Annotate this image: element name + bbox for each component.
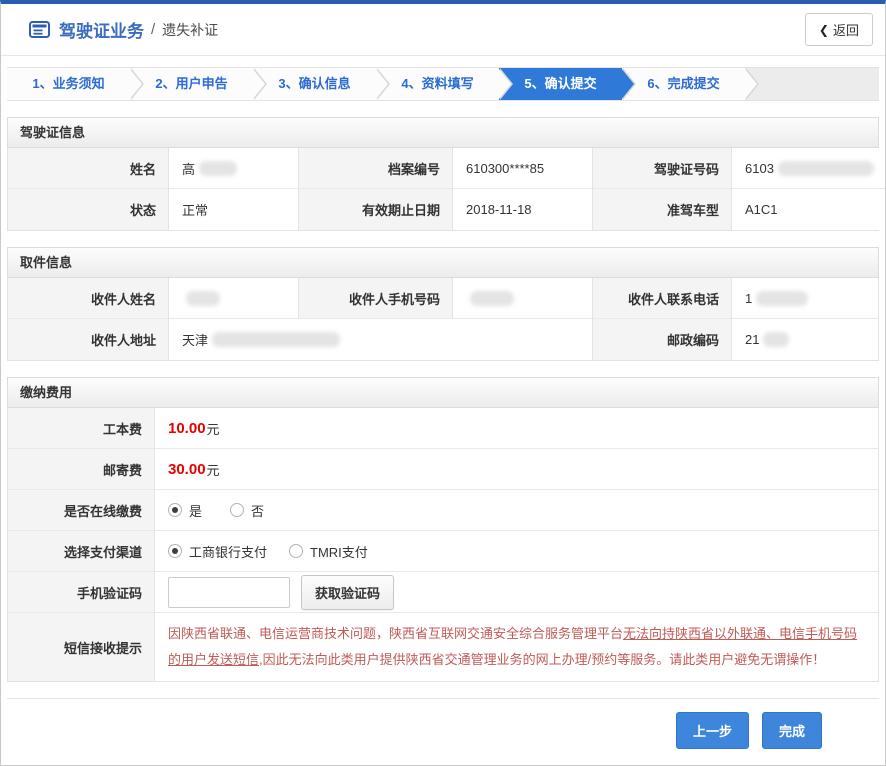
masked-value: [756, 291, 808, 306]
production-fee-value: 10.00元: [155, 408, 878, 449]
back-button-label: 返回: [833, 20, 859, 39]
name-label: 姓名: [8, 148, 169, 189]
license-menu-icon: [29, 21, 50, 38]
vehicle-class-label: 准驾车型: [593, 189, 732, 230]
recipient-name-label: 收件人姓名: [8, 278, 169, 319]
pickup-info-table: 收件人姓名 收件人手机号码 收件人联系电话 1 收件人地址 天津 邮政编码 21: [7, 278, 879, 361]
pickup-section-title: 取件信息: [7, 247, 879, 278]
recipient-address-value: 天津: [169, 319, 593, 360]
license-number-label: 驾驶证号码: [593, 148, 732, 189]
license-info-table: 姓名 高 档案编号 610300****85 驾驶证号码 6103 状态 正常 …: [7, 148, 879, 231]
step-label: 3、确认信息: [278, 76, 350, 91]
step-label: 6、完成提交: [647, 76, 719, 91]
get-code-button[interactable]: 获取验证码: [301, 575, 394, 610]
sms-code-row: 获取验证码: [155, 572, 878, 613]
fee-unit: 元: [207, 460, 220, 479]
masked-value: [186, 291, 220, 306]
payment-channel-options: 工商银行支付 TMRI支付: [155, 531, 878, 572]
online-payment-options: 是 否: [155, 490, 878, 531]
mailing-fee-value: 30.00元: [155, 449, 878, 490]
chevron-left-icon: ❮: [819, 23, 829, 37]
recipient-address-label: 收件人地址: [8, 319, 169, 360]
back-button[interactable]: ❮ 返回: [805, 13, 873, 46]
vehicle-class-value: A1C1: [732, 189, 886, 230]
postal-code-label: 邮政编码: [593, 319, 732, 360]
radio-checked-icon[interactable]: [168, 503, 182, 517]
page-header: 驾驶证业务 / 遗失补证 ❮ 返回: [1, 4, 885, 56]
postal-code-value: 21: [732, 319, 878, 360]
step-bar-filler: [745, 68, 879, 100]
recipient-mobile-value: [453, 278, 593, 319]
status-value: 正常: [169, 189, 299, 230]
mailing-fee-label: 邮寄费: [8, 449, 155, 490]
step-label: 4、资料填写: [401, 76, 473, 91]
radio-checked-icon[interactable]: [168, 544, 182, 558]
radio-label: TMRI支付: [310, 542, 368, 561]
radio-label: 工商银行支付: [189, 542, 267, 561]
payment-channel-label: 选择支付渠道: [8, 531, 155, 572]
step-3-confirm-info[interactable]: 3、确认信息: [253, 68, 376, 100]
file-number-label: 档案编号: [299, 148, 453, 189]
finish-button[interactable]: 完成: [762, 712, 822, 749]
fees-table: 工本费 10.00元 邮寄费 30.00元 是否在线缴费 是 否: [7, 408, 879, 682]
masked-value: [778, 161, 874, 176]
masked-value: [199, 161, 237, 176]
pickup-info-section: 取件信息 收件人姓名 收件人手机号码 收件人联系电话 1 收件人地址 天津 邮政…: [7, 247, 879, 361]
license-info-section: 驾驶证信息 姓名 高 档案编号 610300****85 驾驶证号码 6103 …: [7, 117, 879, 231]
recipient-phone-label: 收件人联系电话: [593, 278, 732, 319]
step-5-confirm-submit[interactable]: 5、确认提交: [499, 68, 622, 100]
masked-value: [470, 291, 514, 306]
masked-value: [212, 332, 340, 347]
fees-section: 缴纳费用 工本费 10.00元 邮寄费 30.00元 是否在线缴费 是: [7, 377, 879, 682]
sms-code-input[interactable]: [168, 577, 290, 608]
footer-actions: 上一步 完成: [7, 698, 879, 749]
sms-notice-label: 短信接收提示: [8, 613, 155, 681]
name-value: 高: [169, 148, 299, 189]
masked-value: [763, 332, 789, 347]
file-number-value: 610300****85: [453, 148, 593, 189]
step-6-finish-submit[interactable]: 6、完成提交: [622, 68, 745, 100]
fees-section-title: 缴纳费用: [7, 377, 879, 408]
step-label: 5、确认提交: [524, 76, 596, 91]
radio-online-no[interactable]: 否: [230, 501, 264, 520]
page: 驾驶证业务 / 遗失补证 ❮ 返回 1、业务须知 2、用户申告 3、确认信息 4…: [0, 0, 886, 766]
breadcrumb-separator: /: [151, 21, 155, 38]
sms-code-label: 手机验证码: [8, 572, 155, 613]
step-2-user-declaration[interactable]: 2、用户申告: [130, 68, 253, 100]
license-section-title: 驾驶证信息: [7, 117, 879, 148]
step-label: 1、业务须知: [32, 76, 104, 91]
production-fee-label: 工本费: [8, 408, 155, 449]
step-4-fill-data[interactable]: 4、资料填写: [376, 68, 499, 100]
radio-unchecked-icon[interactable]: [230, 503, 244, 517]
step-progress-bar: 1、业务须知 2、用户申告 3、确认信息 4、资料填写 5、确认提交 6、完成提…: [7, 67, 879, 101]
fee-amount: 30.00: [168, 461, 206, 478]
radio-channel-tmri[interactable]: TMRI支付: [289, 542, 368, 561]
expiry-label: 有效期止日期: [299, 189, 453, 230]
status-label: 状态: [8, 189, 169, 230]
online-payment-label: 是否在线缴费: [8, 490, 155, 531]
page-title: 驾驶证业务: [59, 17, 144, 42]
radio-label: 是: [189, 501, 202, 520]
recipient-phone-value: 1: [732, 278, 878, 319]
radio-online-yes[interactable]: 是: [168, 501, 202, 520]
radio-unchecked-icon[interactable]: [289, 544, 303, 558]
radio-channel-icbc[interactable]: 工商银行支付: [168, 542, 267, 561]
previous-step-button[interactable]: 上一步: [676, 712, 749, 749]
breadcrumb-current: 遗失补证: [162, 20, 218, 40]
step-1-business-notice[interactable]: 1、业务须知: [7, 68, 130, 100]
license-number-value: 6103: [732, 148, 886, 189]
expiry-value: 2018-11-18: [453, 189, 593, 230]
recipient-mobile-label: 收件人手机号码: [299, 278, 453, 319]
fee-unit: 元: [207, 419, 220, 438]
sms-notice-text: 因陕西省联通、电信运营商技术问题，陕西省互联网交通安全综合服务管理平台无法向持陕…: [155, 613, 878, 681]
recipient-name-value: [169, 278, 299, 319]
fee-amount: 10.00: [168, 420, 206, 437]
radio-label: 否: [251, 501, 264, 520]
step-label: 2、用户申告: [155, 76, 227, 91]
